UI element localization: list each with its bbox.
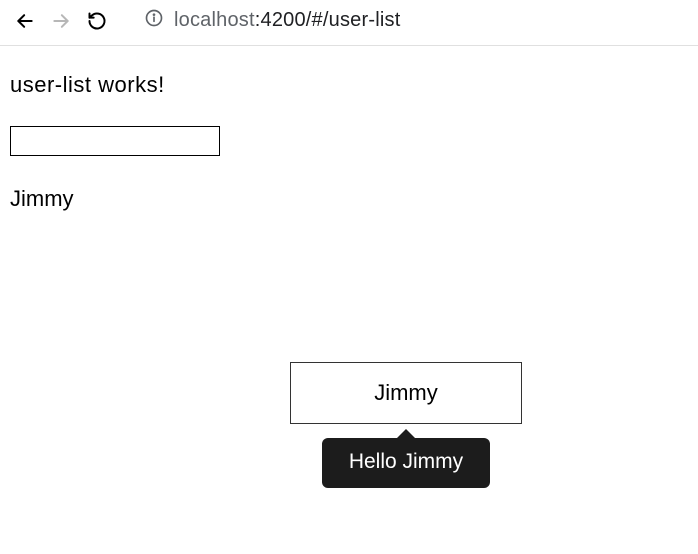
page-heading: user-list works! <box>10 72 688 98</box>
address-bar[interactable]: localhost:4200/#/user-list <box>144 8 400 33</box>
info-icon[interactable] <box>144 8 164 33</box>
name-input[interactable] <box>10 126 220 156</box>
back-button[interactable] <box>14 10 36 32</box>
name-display: Jimmy <box>10 186 688 212</box>
forward-button[interactable] <box>50 10 72 32</box>
url-text: localhost:4200/#/user-list <box>174 9 400 32</box>
page-content: user-list works! Jimmy <box>0 46 698 212</box>
browser-toolbar: localhost:4200/#/user-list <box>0 0 698 46</box>
tooltip-bubble: Hello Jimmy <box>322 438 490 488</box>
reload-button[interactable] <box>86 10 108 32</box>
tooltip-demo: Jimmy Hello Jimmy <box>290 362 522 488</box>
tooltip-trigger-button[interactable]: Jimmy <box>290 362 522 424</box>
